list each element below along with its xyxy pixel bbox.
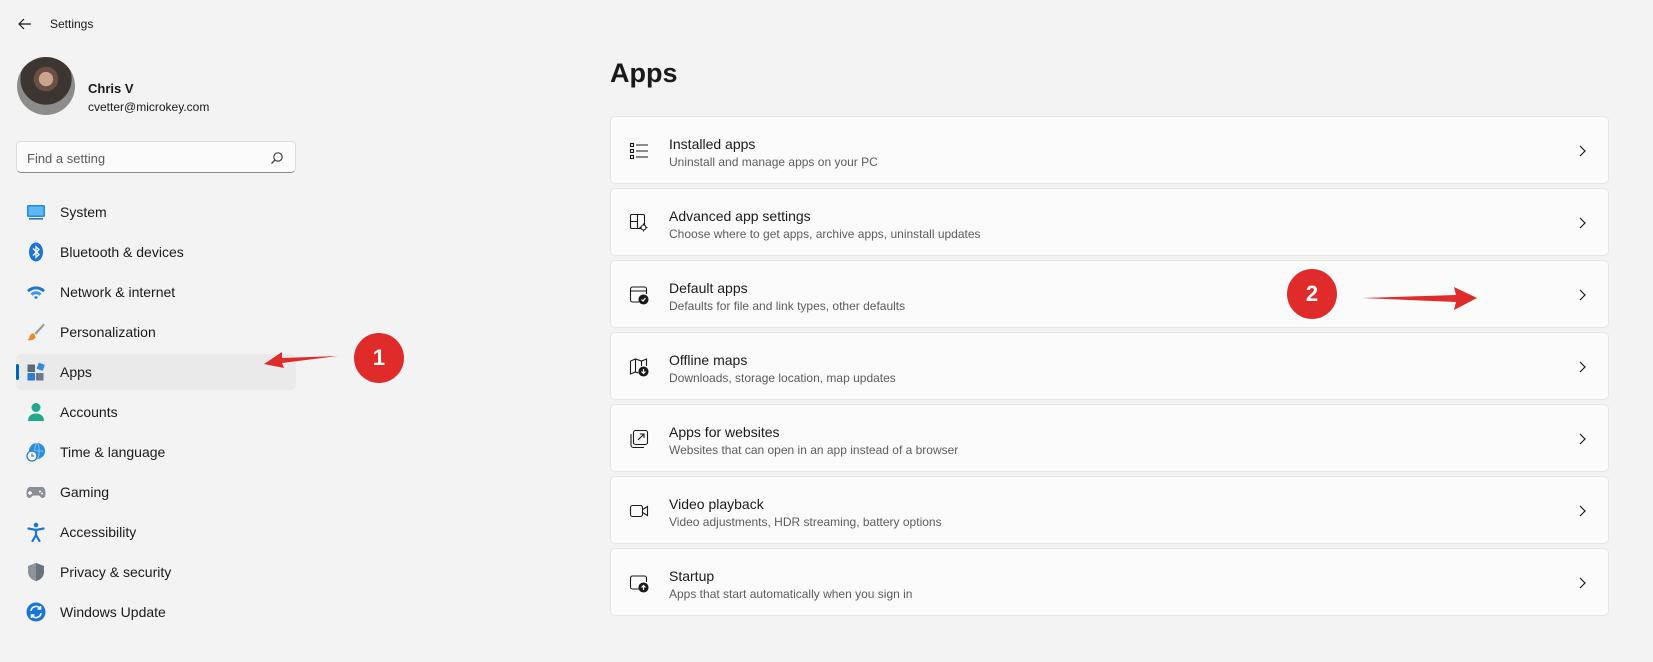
sidebar-item-label: Accessibility <box>60 524 137 540</box>
brush-icon <box>27 323 45 341</box>
card-description: Video adjustments, HDR streaming, batter… <box>669 515 942 529</box>
sidebar-item-label: Network & internet <box>60 284 176 300</box>
settings-card-list: Installed apps Uninstall and manage apps… <box>610 116 1609 620</box>
card-title: Startup <box>669 568 715 584</box>
sidebar-item-label: Personalization <box>60 324 156 340</box>
sidebar-item-label: Time & language <box>60 444 166 460</box>
sidebar-item-label: Gaming <box>60 484 110 500</box>
window-title: Settings <box>50 17 94 31</box>
chevron-right-icon <box>1579 217 1586 229</box>
search-input[interactable] <box>27 149 267 167</box>
sidebar-item-time-language[interactable]: Time & language <box>16 434 296 470</box>
sidebar-item-bluetooth[interactable]: Bluetooth & devices <box>16 234 296 270</box>
sidebar-item-windows-update[interactable]: Windows Update <box>16 594 296 630</box>
selection-indicator <box>16 364 19 380</box>
sidebar: Chris V cvetter@microkey.com System Blue… <box>0 48 300 662</box>
map-download-icon <box>629 358 649 377</box>
card-installed-apps[interactable]: Installed apps Uninstall and manage apps… <box>610 116 1609 184</box>
sidebar-item-label: Bluetooth & devices <box>60 244 184 260</box>
open-external-icon <box>630 429 649 449</box>
sidebar-item-label: Apps <box>60 364 92 380</box>
card-description: Defaults for file and link types, other … <box>669 299 906 313</box>
card-startup[interactable]: Startup Apps that start automatically wh… <box>610 548 1609 616</box>
sidebar-item-label: System <box>60 204 107 220</box>
app-gear-icon <box>629 213 648 232</box>
title-bar: Settings <box>0 0 1653 48</box>
card-apps-for-websites[interactable]: Apps for websites Websites that can open… <box>610 404 1609 472</box>
sidebar-item-gaming[interactable]: Gaming <box>16 474 296 510</box>
profile-email: cvetter@microkey.com <box>88 100 210 114</box>
annotation-arrow-2 <box>1362 287 1477 310</box>
card-title: Advanced app settings <box>669 208 811 224</box>
card-advanced-app-settings[interactable]: Advanced app settings Choose where to ge… <box>610 188 1609 256</box>
card-description: Uninstall and manage apps on your PC <box>669 155 878 169</box>
card-title: Offline maps <box>669 352 748 368</box>
card-offline-maps[interactable]: Offline maps Downloads, storage location… <box>610 332 1609 400</box>
card-title: Video playback <box>669 496 764 512</box>
sidebar-item-accounts[interactable]: Accounts <box>16 394 296 430</box>
card-description: Apps that start automatically when you s… <box>669 587 913 601</box>
shield-icon <box>28 563 44 581</box>
sidebar-item-label: Privacy & security <box>60 564 172 580</box>
startup-icon <box>629 575 649 593</box>
chevron-right-icon <box>1579 577 1586 589</box>
sidebar-item-privacy-security[interactable]: Privacy & security <box>16 554 296 590</box>
wifi-icon <box>27 286 45 300</box>
sidebar-item-apps[interactable]: Apps <box>16 354 296 390</box>
update-icon <box>26 602 46 622</box>
video-icon <box>629 504 649 518</box>
bluetooth-icon <box>29 242 43 262</box>
app-check-icon <box>629 286 649 305</box>
chevron-right-icon <box>1579 289 1586 301</box>
sidebar-item-personalization[interactable]: Personalization <box>16 314 296 350</box>
sidebar-item-system[interactable]: System <box>16 194 296 230</box>
card-description: Websites that can open in an app instead… <box>669 443 959 457</box>
chevron-right-icon <box>1579 145 1586 157</box>
card-title: Apps for websites <box>669 424 780 440</box>
annotation-badge-2: 2 <box>1287 269 1337 319</box>
search-icon[interactable] <box>270 151 284 165</box>
annotation-arrow-1 <box>264 352 338 368</box>
chevron-right-icon <box>1579 361 1586 373</box>
sidebar-item-label: Accounts <box>60 404 118 420</box>
globe-clock-icon <box>26 442 45 462</box>
back-arrow-icon <box>18 18 31 30</box>
gamepad-icon <box>26 487 46 498</box>
back-button[interactable] <box>12 11 38 37</box>
nav-list: System Bluetooth & devices Network & int… <box>16 194 296 634</box>
card-description: Downloads, storage location, map updates <box>669 371 896 385</box>
chevron-right-icon <box>1579 433 1586 445</box>
chevron-right-icon <box>1579 505 1586 517</box>
user-profile[interactable]: Chris V cvetter@microkey.com <box>17 57 297 117</box>
system-monitor-icon <box>27 205 45 220</box>
avatar <box>17 57 75 115</box>
list-icon <box>629 142 648 160</box>
page-title: Apps <box>610 58 678 88</box>
apps-icon <box>27 362 45 381</box>
profile-name: Chris V <box>88 81 134 96</box>
card-video-playback[interactable]: Video playback Video adjustments, HDR st… <box>610 476 1609 544</box>
annotation-badge-1: 1 <box>354 333 404 383</box>
sidebar-item-label: Windows Update <box>60 604 166 620</box>
card-title: Installed apps <box>669 136 756 152</box>
card-description: Choose where to get apps, archive apps, … <box>669 227 981 241</box>
card-title: Default apps <box>669 280 748 296</box>
person-icon <box>28 403 44 421</box>
search-box[interactable] <box>16 141 296 173</box>
sidebar-item-accessibility[interactable]: Accessibility <box>16 514 296 550</box>
sidebar-item-network[interactable]: Network & internet <box>16 274 296 310</box>
accessibility-icon <box>27 522 45 542</box>
